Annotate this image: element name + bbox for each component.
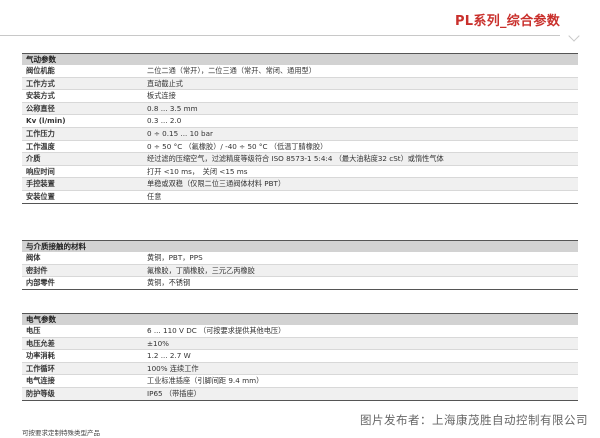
table-row: 功率消耗 1.2 ... 2.7 W — [22, 350, 578, 363]
row-label: 响应时间 — [26, 166, 55, 176]
table-row: 内部零件 黄铜，不锈钢 — [22, 277, 578, 290]
row-label: 功率消耗 — [26, 351, 55, 361]
row-label: 内部零件 — [26, 278, 55, 288]
table-row: 安装方式 板式连接 — [22, 90, 578, 103]
row-label: 安装位置 — [26, 191, 55, 201]
row-label: 电压允差 — [26, 338, 55, 348]
section-title: 电气参数 — [22, 313, 578, 325]
table-row: 密封件 氟橡胶，丁腈橡胶，三元乙丙橡胶 — [22, 264, 578, 278]
row-label: 介质 — [26, 154, 41, 164]
pneumatic-params-table: 气动参数 阀位机能 二位二通（常开），二位三通（常开、常闭、通用型） 工作方式 直动… — [22, 53, 578, 204]
row-label: 安装方式 — [26, 91, 55, 101]
row-value: 1.2 ... 2.7 W — [147, 351, 191, 361]
table-row: 电压 6 ... 110 V DC （可按要求提供其他电压） — [22, 325, 578, 338]
row-value: 经过滤的压缩空气，过滤精度等级符合 ISO 8573-1 5:4:4 （最大油粘… — [147, 154, 444, 164]
row-label: 防护等级 — [26, 388, 55, 398]
row-label: 公称直径 — [26, 103, 55, 113]
row-value: 打开 <10 ms， 关闭 <15 ms — [147, 166, 248, 176]
table-row: 工作压力 0 ÷ 0.15 ... 10 bar — [22, 127, 578, 141]
row-label: 密封件 — [26, 265, 48, 275]
row-value: 任意 — [147, 191, 162, 201]
table-row: 手控装置 单稳或双稳（仅限二位三通阀体材料 PBT） — [22, 178, 578, 191]
table-row: 工作方式 直动截止式 — [22, 77, 578, 91]
table-row: 电压允差 ±10% — [22, 337, 578, 351]
row-value: 单稳或双稳（仅限二位三通阀体材料 PBT） — [147, 179, 286, 189]
row-label: 阀体 — [26, 253, 41, 262]
electrical-params-table: 电气参数 电压 6 ... 110 V DC （可按要求提供其他电压） 电压允差 ±… — [22, 313, 578, 401]
row-value: 0.8 ... 3.5 mm — [147, 103, 198, 113]
table-row: 电气连接 工业标准插座（引脚间距 9.4 mm） — [22, 375, 578, 388]
row-value: 二位二通（常开），二位三通（常开、常闭、通用型） — [147, 66, 316, 75]
table-row: 阀体 黄铜，PBT，PPS — [22, 252, 578, 265]
rows: 阀体 黄铜，PBT，PPS 密封件 氟橡胶，丁腈橡胶，三元乙丙橡胶 内部零件 黄铜，不… — [22, 252, 578, 290]
table-row: Kv (l/min) 0.3 ... 2.0 — [22, 115, 578, 128]
row-label: 手控装置 — [26, 179, 55, 189]
row-value: IP65 （带插座） — [147, 388, 201, 398]
row-label: 电压 — [26, 326, 41, 335]
page-title: PL系列_综合参数 — [454, 14, 560, 29]
row-label: 阀位机能 — [26, 66, 55, 75]
table-row: 工作循环 100% 连续工作 — [22, 362, 578, 376]
row-value: 黄铜，不锈钢 — [147, 278, 191, 288]
table-row: 安装位置 任意 — [22, 191, 578, 204]
rows: 阀位机能 二位二通（常开），二位三通（常开、常闭、通用型） 工作方式 直动截止式 安… — [22, 65, 578, 204]
row-value: 氟橡胶，丁腈橡胶，三元乙丙橡胶 — [147, 265, 255, 275]
row-label: 工作压力 — [26, 128, 55, 138]
rows: 电压 6 ... 110 V DC （可按要求提供其他电压） 电压允差 ±10% 功… — [22, 325, 578, 401]
section-title: 与介质接触的材料 — [22, 240, 578, 252]
table-row: 阀位机能 二位二通（常开），二位三通（常开、常闭、通用型） — [22, 65, 578, 78]
row-label: Kv (l/min) — [26, 116, 66, 126]
watermark: 图片发布者：上海康茂胜自动控制有限公司 — [360, 413, 588, 427]
row-value: 直动截止式 — [147, 78, 183, 88]
row-value: 6 ... 110 V DC （可按要求提供其他电压） — [147, 326, 286, 335]
row-value: 黄铜，PBT，PPS — [147, 253, 203, 262]
wetted-materials-table: 与介质接触的材料 阀体 黄铜，PBT，PPS 密封件 氟橡胶，丁腈橡胶，三元乙丙橡胶… — [22, 240, 578, 290]
row-value: 0 ÷ 50 °C （氟橡胶）/ -40 ÷ 50 °C （低温丁腈橡胶） — [147, 141, 328, 151]
row-label: 工作温度 — [26, 141, 55, 151]
table-row: 防护等级 IP65 （带插座） — [22, 387, 578, 401]
row-value: 100% 连续工作 — [147, 363, 199, 373]
row-label: 电气连接 — [26, 376, 55, 386]
section-title: 气动参数 — [22, 53, 578, 65]
row-value: ±10% — [147, 338, 169, 348]
header-divider — [0, 35, 560, 36]
table-row: 响应时间 打开 <10 ms， 关闭 <15 ms — [22, 166, 578, 179]
footnote: 可按要求定制特殊类型产品 — [22, 429, 100, 437]
row-label: 工作方式 — [26, 78, 55, 88]
row-value: 0 ÷ 0.15 ... 10 bar — [147, 128, 213, 138]
row-label: 工作循环 — [26, 363, 55, 373]
chevron-down-icon — [568, 30, 580, 42]
row-value: 0.3 ... 2.0 — [147, 116, 182, 126]
row-value: 工业标准插座（引脚间距 9.4 mm） — [147, 376, 264, 386]
table-row: 工作温度 0 ÷ 50 °C （氟橡胶）/ -40 ÷ 50 °C （低温丁腈橡胶… — [22, 141, 578, 154]
table-row: 介质 经过滤的压缩空气，过滤精度等级符合 ISO 8573-1 5:4:4 （最大… — [22, 153, 578, 166]
row-value: 板式连接 — [147, 91, 176, 101]
table-row: 公称直径 0.8 ... 3.5 mm — [22, 102, 578, 116]
